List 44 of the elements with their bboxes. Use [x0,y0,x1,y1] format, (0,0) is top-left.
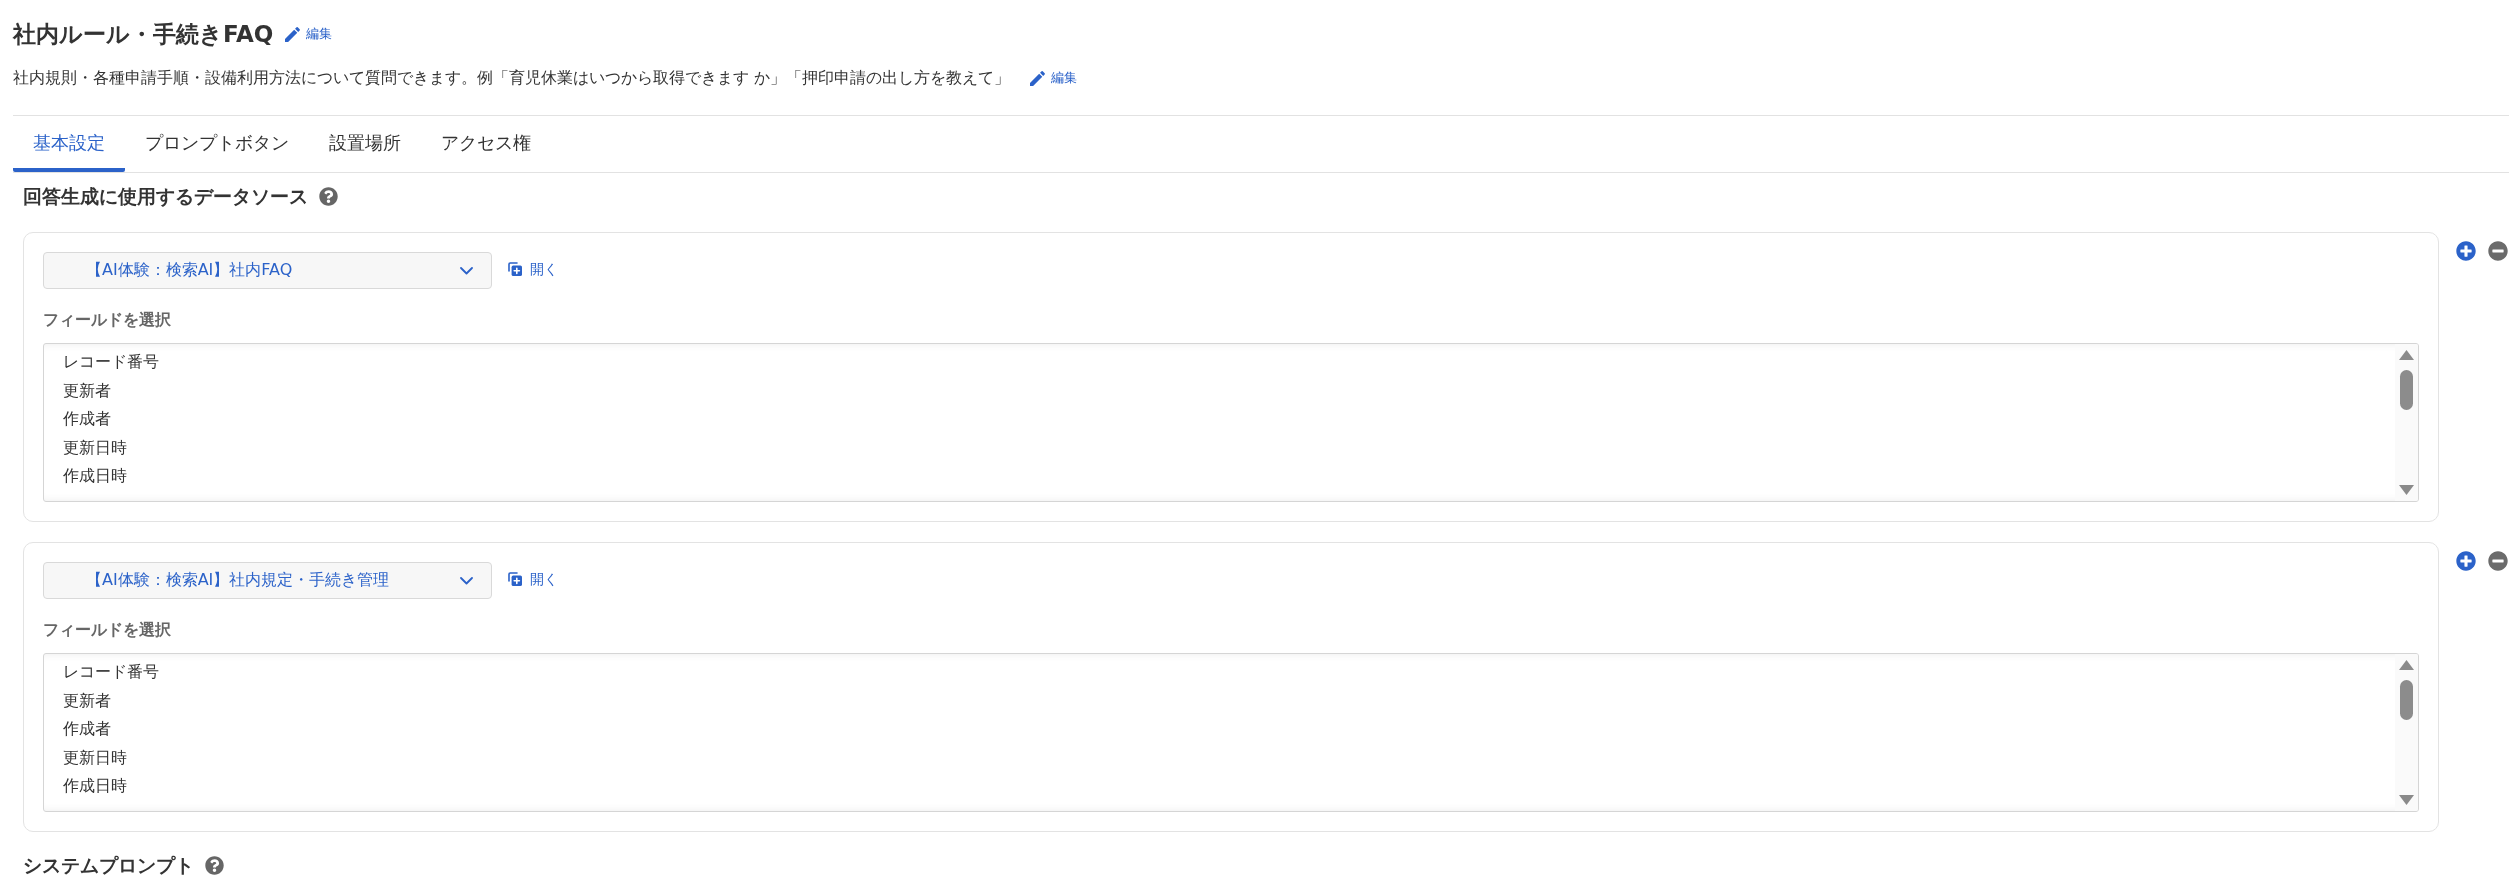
open-link[interactable]: 開く [508,569,558,588]
list-option[interactable]: 作成者 [63,405,2395,434]
tab[interactable]: 設置場所 [309,116,421,172]
list-option[interactable]: 作成日時 [63,772,2395,801]
field-label: フィールドを選択 [43,619,172,641]
pencil-icon [285,26,301,42]
section-heading: システムプロンプト [23,853,194,878]
list-option[interactable]: レコード番号 [63,348,2395,377]
list-option[interactable]: 更新者 [63,686,2395,716]
data-source-dropdown[interactable]: 【AI体験：検索AI】社内FAQ [43,252,492,289]
scroll-up-icon[interactable] [2399,350,2414,360]
list-option[interactable]: 更新者 [63,376,2395,406]
field-label: フィールドを選択 [43,309,172,331]
tab[interactable]: 基本設定 [13,116,125,172]
scrollbar-thumb[interactable] [2400,370,2413,410]
data-source-dropdown[interactable]: 【AI体験：検索AI】社内規定・手続き管理 [43,562,492,599]
scroll-down-icon[interactable] [2399,795,2414,805]
chevron-down-icon [460,576,473,585]
edit-link[interactable]: 編集 [1030,69,1078,87]
list-option[interactable]: レコード番号 [63,658,2395,687]
scrollbar-thumb[interactable] [2400,680,2413,720]
scrollbar[interactable] [2395,344,2418,501]
list-option[interactable]: 更新日時 [63,743,2395,773]
copy-plus-icon [508,261,522,276]
pencil-icon [1030,70,1046,86]
chevron-down-icon [460,266,473,275]
tab[interactable]: アクセス権 [421,116,551,172]
list-option[interactable]: 作成者 [63,715,2395,744]
field-listbox[interactable]: レコード番号 更新者 作成者 更新日時 作成日時 [43,653,2419,812]
help-icon[interactable] [319,186,338,206]
page-title: 社内ルール・手続きFAQ [13,22,274,46]
scroll-down-icon[interactable] [2399,485,2414,495]
scroll-up-icon[interactable] [2399,660,2414,670]
list-option[interactable]: 更新日時 [63,433,2395,463]
scrollbar[interactable] [2395,654,2418,811]
section-heading: 回答生成に使用するデータソース [23,184,308,209]
field-listbox[interactable]: レコード番号 更新者 作成者 更新日時 作成日時 [43,343,2419,502]
copy-plus-icon [508,571,522,586]
page-description: 社内規則・各種申請手順・設備利用方法について質問できます。例「育児休業はいつから取得できます か」「押印申請の出し方を教えて」 [13,67,1011,89]
list-option[interactable]: 作成日時 [63,462,2395,491]
tab[interactable]: プロンプトボタン [125,116,309,172]
edit-link[interactable]: 編集 [285,25,333,43]
help-icon[interactable] [205,855,224,875]
open-link[interactable]: 開く [508,259,558,278]
